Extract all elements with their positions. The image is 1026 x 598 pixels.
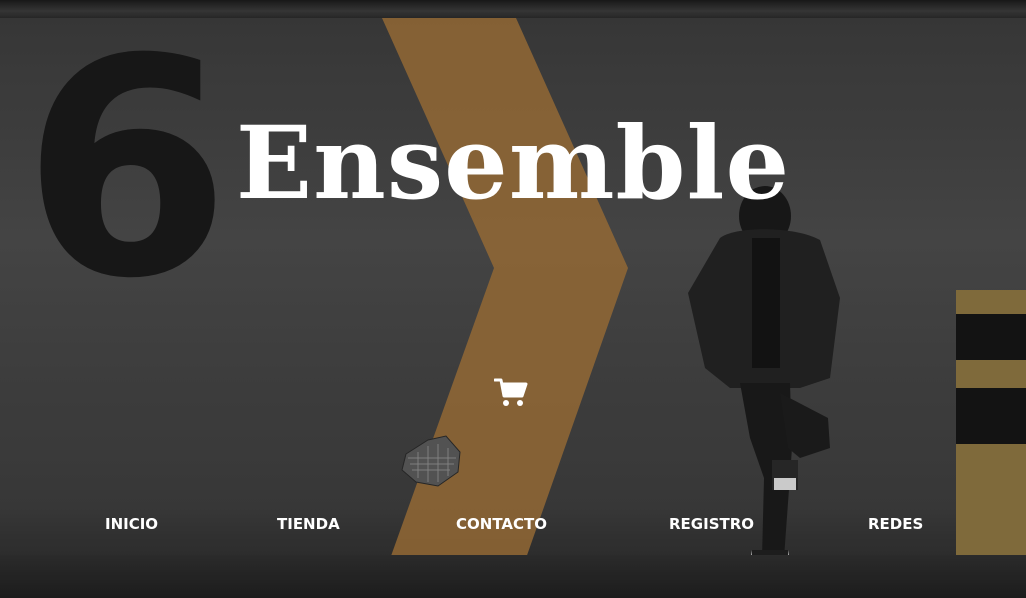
- nav-item-tienda[interactable]: TIENDA: [277, 515, 340, 533]
- brand-logo: Ensemble: [235, 104, 791, 222]
- nav-item-contacto[interactable]: CONTACTO: [456, 515, 547, 533]
- nav-item-inicio[interactable]: INICIO: [105, 515, 158, 533]
- nav-item-redes[interactable]: REDES: [868, 515, 923, 533]
- dim-overlay: [0, 0, 1026, 598]
- main-nav: INICIO TIENDA CONTACTO REGISTRO REDES: [0, 515, 1026, 539]
- hero-section: 6 Ensemble INICIO TIENDA CONTACTO REGIST…: [0, 0, 1026, 598]
- shopping-cart-icon[interactable]: [493, 376, 528, 408]
- nav-item-registro[interactable]: REGISTRO: [669, 515, 754, 533]
